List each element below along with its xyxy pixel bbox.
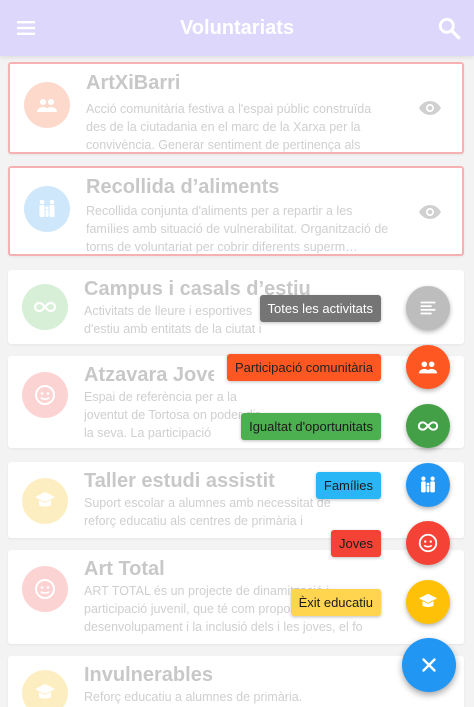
fab-community-button[interactable] [406, 345, 450, 389]
activity-title: Recollida d’aliments [86, 176, 280, 198]
avatar [22, 372, 68, 418]
avatar [24, 82, 70, 128]
fab-all-activities-button[interactable] [406, 286, 450, 330]
app-bar: Voluntariats [0, 0, 474, 56]
activity-description: Activitats de lleure i esportives d'esti… [84, 304, 262, 336]
face-icon [35, 385, 55, 405]
family-icon [421, 476, 435, 493]
fab-families-button[interactable] [406, 463, 450, 507]
face-icon [35, 579, 55, 599]
avatar [22, 284, 68, 330]
eye-icon[interactable] [418, 200, 442, 224]
activity-title: Atzavara Jove [84, 364, 214, 386]
fab-youth-button[interactable] [406, 521, 450, 565]
avatar [22, 478, 68, 524]
fab-row-education[interactable]: Èxit educatiu [290, 580, 450, 624]
fab-row-all[interactable]: Totes les activitats [259, 286, 450, 330]
activity-description: Recollida conjunta d'aliments per a repa… [86, 204, 389, 254]
activity-description: Espai de referència per a la joventut de… [84, 390, 260, 440]
list-icon [420, 301, 436, 315]
fab-label-education[interactable]: Èxit educatiu [290, 588, 381, 616]
fab-label-community[interactable]: Participació comunitària [226, 353, 381, 381]
eye-icon[interactable] [418, 96, 442, 120]
fab-label-families[interactable]: Famílies [315, 471, 381, 499]
face-icon [418, 533, 438, 553]
fab-equality-button[interactable] [406, 404, 450, 448]
avatar [24, 186, 70, 232]
menu-icon[interactable] [14, 16, 38, 40]
activity-card[interactable]: ArtXiBarri Acció comunitària festiva a l… [8, 62, 464, 154]
avatar [22, 566, 68, 612]
fab-label-youth[interactable]: Joves [331, 529, 381, 557]
infinity-icon [417, 421, 439, 431]
activity-description: Acció comunitària festiva a l'espai públ… [86, 102, 372, 152]
activity-title: Invulnerables [84, 664, 213, 686]
fab-row-community[interactable]: Participació comunitària [226, 345, 450, 389]
group-icon [37, 99, 57, 112]
fab-row-equality[interactable]: Igualtat d'oportunitats [241, 404, 450, 448]
activity-card[interactable]: Recollida d’aliments Recollida conjunta … [8, 166, 464, 256]
fab-row-youth[interactable]: Joves [331, 521, 450, 565]
fab-close-button[interactable] [402, 638, 456, 692]
fab-label-equality[interactable]: Igualtat d'oportunitats [241, 412, 381, 440]
activity-description: Reforç educatiu a alumnes de primària. I… [84, 690, 303, 704]
page-title: Voluntariats [179, 16, 295, 39]
fab-row-families[interactable]: Famílies [315, 463, 450, 507]
fab-label-all[interactable]: Totes les activitats [259, 294, 381, 322]
avatar [22, 670, 68, 707]
school-icon [418, 593, 438, 608]
infinity-icon [33, 301, 57, 313]
activity-card[interactable]: Invulnerables Reforç educatiu a alumnes … [8, 656, 464, 707]
family-icon [39, 199, 55, 217]
group-icon [418, 361, 438, 374]
close-icon [422, 658, 436, 672]
activity-title: ArtXiBarri [86, 72, 181, 94]
search-icon[interactable] [436, 15, 462, 41]
fab-education-button[interactable] [406, 580, 450, 624]
school-icon [35, 492, 55, 507]
school-icon [35, 684, 55, 699]
